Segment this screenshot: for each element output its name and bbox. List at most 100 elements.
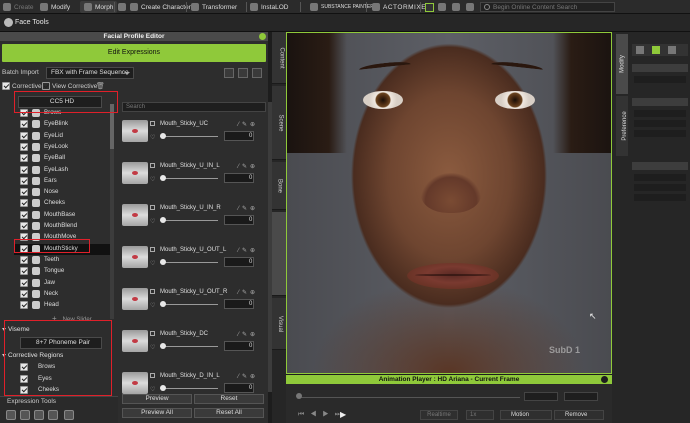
- region-checkbox[interactable]: [20, 222, 28, 230]
- region-checkbox[interactable]: [20, 301, 28, 310]
- edit-link-icon[interactable]: ⁄✎⊕: [238, 163, 258, 170]
- region-item[interactable]: Tongue: [14, 266, 110, 277]
- region-checkbox[interactable]: [20, 154, 28, 163]
- property-field[interactable]: [634, 174, 686, 181]
- edit-link-icon[interactable]: ⁄✎⊕: [238, 121, 258, 128]
- slider-value-field[interactable]: 0: [224, 215, 254, 225]
- frame-field[interactable]: [524, 392, 558, 401]
- heart-icon[interactable]: ♡: [150, 386, 155, 393]
- property-header[interactable]: [632, 98, 688, 106]
- toolbar-modify[interactable]: Modify: [40, 1, 70, 13]
- edit-link-icon[interactable]: ⁄✎⊕: [238, 373, 258, 380]
- slider-track[interactable]: [160, 220, 218, 221]
- region-item[interactable]: MouthMove: [14, 232, 110, 243]
- phoneme-dropdown[interactable]: 8+7 Phoneme Pair: [20, 337, 102, 349]
- expression-thumbnail[interactable]: [122, 372, 148, 394]
- region-item[interactable]: Nose: [14, 187, 110, 198]
- corrective-region-item[interactable]: Cheeks: [14, 385, 110, 396]
- toolbar-cart-button[interactable]: [425, 1, 434, 13]
- slider-checkbox[interactable]: [150, 247, 155, 252]
- slider-checkbox[interactable]: [150, 289, 155, 294]
- expression-thumbnail[interactable]: [122, 246, 148, 268]
- trash-icon[interactable]: 🗑: [96, 82, 105, 90]
- slider-value-field[interactable]: 0: [224, 257, 254, 267]
- toolbar-tool-a[interactable]: [118, 1, 126, 13]
- region-checkbox[interactable]: [20, 278, 28, 287]
- region-checkbox[interactable]: [20, 188, 28, 197]
- toolbar-menu-button[interactable]: [466, 1, 474, 13]
- sliders-icon[interactable]: [636, 46, 644, 54]
- view-corrective-checkbox[interactable]: [42, 82, 50, 90]
- region-item[interactable]: Neck: [14, 289, 110, 300]
- reset-all-button[interactable]: Reset All: [194, 408, 264, 418]
- region-item[interactable]: EyeBall: [14, 153, 110, 164]
- slider-checkbox[interactable]: [150, 205, 155, 210]
- region-item[interactable]: EyeLash: [14, 165, 110, 176]
- region-list-scrollbar-thumb[interactable]: [110, 104, 114, 149]
- corrective-region-checkbox[interactable]: [20, 374, 28, 383]
- refresh-tool-icon[interactable]: [48, 410, 58, 420]
- animation-player-close-button[interactable]: [601, 376, 608, 383]
- region-item[interactable]: EyeLook: [14, 142, 110, 153]
- region-checkbox[interactable]: [20, 289, 28, 298]
- region-item[interactable]: Jaw: [14, 278, 110, 289]
- region-checkbox[interactable]: [20, 255, 28, 264]
- tab-preference[interactable]: Preference: [616, 96, 628, 156]
- slider-track[interactable]: [160, 262, 218, 263]
- slider-search-input[interactable]: Search: [122, 102, 266, 112]
- slider-knob[interactable]: [160, 175, 166, 181]
- slider-knob[interactable]: [160, 301, 166, 307]
- property-field[interactable]: [634, 110, 686, 117]
- pose-icon[interactable]: [668, 46, 676, 54]
- toolbar-morph[interactable]: Morph: [80, 1, 118, 13]
- slider-track[interactable]: [160, 304, 218, 305]
- slider-knob[interactable]: [160, 217, 166, 223]
- preview-all-button[interactable]: Preview All: [122, 408, 192, 418]
- realtime-dropdown[interactable]: Realtime: [420, 410, 458, 420]
- edit-link-icon[interactable]: ⁄✎⊕: [238, 331, 258, 338]
- region-checkbox[interactable]: [20, 176, 28, 185]
- face-tools-label[interactable]: Face Tools: [15, 19, 49, 26]
- region-checkbox[interactable]: [20, 131, 28, 140]
- mirror-tool-icon[interactable]: [20, 410, 30, 420]
- region-checkbox[interactable]: [20, 244, 28, 253]
- side-tab-bone[interactable]: Bone: [272, 162, 286, 210]
- expression-thumbnail[interactable]: [122, 204, 148, 226]
- slider-knob[interactable]: [160, 133, 166, 139]
- motion-button[interactable]: Motion: [500, 410, 552, 420]
- corrective-region-checkbox[interactable]: [20, 386, 28, 394]
- import-button[interactable]: [224, 68, 234, 78]
- toolbar-home-button[interactable]: [438, 1, 446, 13]
- toolbar-create[interactable]: Create: [3, 1, 34, 13]
- play-icon[interactable]: ▶: [340, 410, 346, 419]
- property-field[interactable]: [634, 130, 686, 137]
- region-item[interactable]: MouthBlend: [14, 221, 110, 232]
- toolbar-transformer[interactable]: Transformer: [191, 1, 237, 13]
- property-field[interactable]: [634, 194, 686, 201]
- toolbar-web-button[interactable]: [452, 1, 460, 13]
- expression-thumbnail[interactable]: [122, 162, 148, 184]
- slider-value-field[interactable]: 0: [224, 383, 254, 393]
- sync-tool-icon[interactable]: [64, 410, 74, 420]
- viseme-section-header[interactable]: Viseme: [2, 326, 30, 333]
- end-frame-field[interactable]: [564, 392, 598, 401]
- preview-button[interactable]: Preview: [122, 394, 192, 404]
- slider-checkbox[interactable]: [150, 163, 155, 168]
- slider-value-field[interactable]: 0: [224, 299, 254, 309]
- 3d-viewport[interactable]: ↖ SubD 1: [286, 32, 612, 374]
- region-item[interactable]: Cheeks: [14, 198, 110, 209]
- region-item[interactable]: Head: [14, 300, 110, 311]
- region-item[interactable]: MouthBase: [14, 210, 110, 221]
- corrective-region-item[interactable]: Brows: [14, 362, 110, 373]
- region-item[interactable]: EyeLid: [14, 131, 110, 142]
- side-tab-facial-profile-editor[interactable]: Facial Profile Editor: [272, 212, 292, 296]
- property-field[interactable]: [634, 184, 686, 191]
- toolbar-create-character[interactable]: Create Character: [130, 1, 191, 13]
- edit-expressions-button[interactable]: Edit Expressions: [2, 44, 266, 62]
- side-tab-scene[interactable]: Scene: [272, 86, 286, 160]
- region-checkbox[interactable]: [20, 120, 28, 129]
- toolbar-actormixer[interactable]: ACTORMIXER: [372, 1, 431, 13]
- edit-link-icon[interactable]: ⁄✎⊕: [238, 247, 258, 254]
- region-checkbox[interactable]: [20, 165, 28, 174]
- toolbar-instalod[interactable]: InstaLOD: [250, 1, 288, 13]
